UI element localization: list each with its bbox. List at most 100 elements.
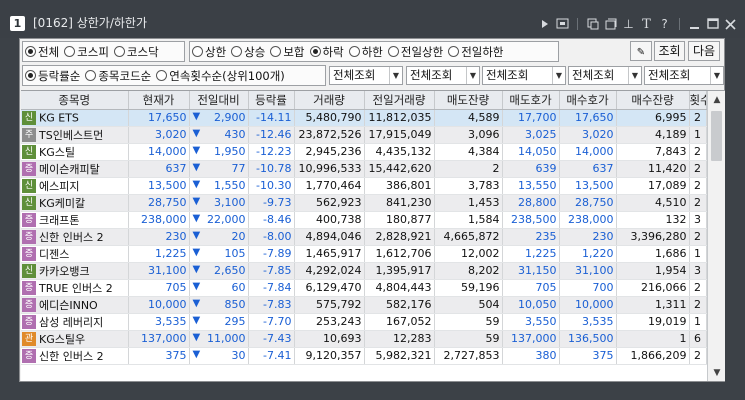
font-icon[interactable]: T <box>640 17 653 32</box>
filter-select-2[interactable]: 전체조회 ▼ <box>406 66 480 85</box>
filter-select-1[interactable]: 전체조회 ▼ <box>329 66 403 85</box>
change-value: 295 <box>224 315 246 328</box>
table-row[interactable]: 신 에스피지 13,500 ▼ 1,550 -10.30 1,770,464 386,801 3… <box>21 177 707 195</box>
cell-rate: -7.84 <box>248 279 295 297</box>
table-row[interactable]: 증 신한 인버스 2 375 ▼ 30 -7.41 9,120,357 5,982,321 2,… <box>21 347 707 365</box>
filter-select-4[interactable]: 전체조회 ▼ <box>568 66 642 85</box>
cell-ask-qty: 4,589 <box>434 109 503 127</box>
radio-type-fall[interactable]: 하락 <box>309 44 344 60</box>
next-button[interactable]: 다음 <box>688 41 720 61</box>
cell-count: 2 <box>689 228 707 246</box>
radio-dot[interactable] <box>387 46 399 57</box>
stock-name: 크래프톤 <box>39 213 80 227</box>
stock-grid: 종목명현재가전일대비등락률거래량전일거래량매도잔량매도호가매수호가매수잔량횟수 … <box>21 91 707 365</box>
table-row[interactable]: 관 KG스틸우 137,000 ▼ 11,000 -7.43 10,693 12,283 59 1… <box>21 330 707 348</box>
radio-dot[interactable] <box>309 46 321 57</box>
table-row[interactable]: 증 에디슨INNO 10,000 ▼ 850 -7.83 575,792 582,176 504… <box>21 296 707 314</box>
radio-label: 코스피 <box>77 44 109 59</box>
query-button[interactable]: 조회 <box>654 41 685 61</box>
radio-dot[interactable] <box>64 46 76 57</box>
table-row[interactable]: 신 카카오뱅크 31,100 ▼ 2,650 -7.85 4,292,024 1,395,91… <box>21 262 707 280</box>
table-row[interactable]: 신 KG케미칼 28,750 ▼ 3,100 -9.73 562,923 841,230 1,4… <box>21 194 707 212</box>
radio-sort-streak[interactable]: 연속횟수순(상위100개) <box>156 68 285 84</box>
radio-label: 전체 <box>38 44 60 59</box>
radio-type-lower[interactable]: 하한 <box>348 44 383 60</box>
cell-rate: -7.85 <box>248 262 295 280</box>
radio-dot[interactable] <box>25 70 36 81</box>
scroll-thumb[interactable] <box>711 111 722 161</box>
minimize-icon[interactable] <box>688 17 701 31</box>
column-header[interactable]: 전일거래량 <box>364 91 435 110</box>
radio-dot[interactable] <box>270 46 282 57</box>
radio-label: 하한 <box>361 44 383 59</box>
cell-ask: 17,700 <box>502 109 560 127</box>
stock-status-badge: 신 <box>22 263 36 278</box>
play-icon[interactable] <box>538 17 551 31</box>
cell-ask: 705 <box>502 279 560 297</box>
radio-type-prev-upper[interactable]: 전일상한 <box>387 44 443 60</box>
cell-name: 증 디젠스 <box>21 245 129 263</box>
column-header[interactable]: 종목명 <box>21 91 129 110</box>
radio-market-all[interactable]: 전체 <box>25 44 59 60</box>
table-row[interactable]: 주 TS인베스트먼 3,020 ▼ 430 -12.46 23,872,526 17,915,… <box>21 126 707 144</box>
restore-icon[interactable] <box>604 17 617 31</box>
radio-dot[interactable] <box>25 46 36 57</box>
radio-market-kospi[interactable]: 코스피 <box>64 44 109 60</box>
cell-ask-qty: 8,202 <box>434 262 503 280</box>
radio-market-kosdaq[interactable]: 코스닥 <box>113 44 159 60</box>
radio-sort-rate[interactable]: 등락률순 <box>25 68 80 84</box>
column-header[interactable]: 횟수 <box>689 91 707 110</box>
cell-bid-qty: 4,510 <box>616 194 690 212</box>
radio-sort-code[interactable]: 종목코드순 <box>85 68 151 84</box>
help-icon[interactable]: ? <box>658 17 671 31</box>
column-header[interactable]: 매수잔량 <box>616 91 690 110</box>
radio-type-prev-lower[interactable]: 전일하한 <box>448 44 504 60</box>
column-header[interactable]: 매도잔량 <box>434 91 503 110</box>
pin-icon[interactable]: ⊥ <box>622 17 635 31</box>
radio-dot[interactable] <box>448 46 460 57</box>
column-header[interactable]: 전일대비 <box>189 91 249 110</box>
radio-type-upper[interactable]: 상한 <box>192 44 226 60</box>
stock-name: 신한 인버스 2 <box>39 230 104 244</box>
radio-type-rise[interactable]: 상승 <box>231 44 265 60</box>
table-row[interactable]: 증 메이슨캐피탈 637 ▼ 77 -10.78 10,996,533 15,442,620 2… <box>21 160 707 178</box>
filter-select-5[interactable]: 전체조회 ▼ <box>644 66 724 85</box>
radio-dot[interactable] <box>348 46 360 57</box>
table-row[interactable]: 증 TRUE 인버스 2 705 ▼ 60 -7.84 6,129,470 4,804,443… <box>21 279 707 297</box>
scroll-up-icon[interactable]: ▲ <box>709 92 725 108</box>
column-header[interactable]: 거래량 <box>294 91 365 110</box>
cell-count: 1 <box>689 245 707 263</box>
cell-change: ▼ 1,950 <box>189 143 249 161</box>
settings-button[interactable]: ✎ <box>630 41 652 61</box>
radio-dot[interactable] <box>192 46 203 57</box>
cell-bid-qty: 1,866,209 <box>616 347 690 365</box>
column-header[interactable]: 매도호가 <box>502 91 560 110</box>
table-row[interactable]: 증 디젠스 1,225 ▼ 105 -7.89 1,465,917 1,612,706 12,0… <box>21 245 707 263</box>
table-row[interactable]: 신 KG ETS 17,650 ▼ 2,900 -14.11 5,480,790 11,812… <box>21 109 707 127</box>
close-icon[interactable] <box>724 17 737 31</box>
column-header[interactable]: 현재가 <box>128 91 190 110</box>
radio-dot[interactable] <box>113 46 125 57</box>
column-header[interactable]: 매수호가 <box>559 91 617 110</box>
cell-count: 1 <box>689 126 707 144</box>
radio-dot[interactable] <box>156 70 168 81</box>
cell-ask: 31,150 <box>502 262 560 280</box>
radio-type-flat[interactable]: 보합 <box>270 44 305 60</box>
select-value: 전체조회 <box>486 68 529 82</box>
copy-icon[interactable] <box>586 17 599 31</box>
vertical-scrollbar[interactable]: ▲ ▼ <box>707 91 725 381</box>
stock-status-badge: 증 <box>22 348 36 363</box>
table-row[interactable]: 증 삼성 레버리지 3,535 ▼ 295 -7.70 253,243 167,052 59 3,… <box>21 313 707 331</box>
screen-icon[interactable] <box>556 17 569 31</box>
table-row[interactable]: 증 크래프톤 238,000 ▼ 22,000 -8.46 400,738 180,877 1,… <box>21 211 707 229</box>
table-row[interactable]: 신 KG스틸 14,000 ▼ 1,950 -12.23 2,945,236 4,435,13… <box>21 143 707 161</box>
radio-dot[interactable] <box>85 70 97 81</box>
filter-select-3[interactable]: 전체조회 ▼ <box>482 66 566 85</box>
radio-dot[interactable] <box>231 46 243 57</box>
maximize-icon[interactable] <box>706 17 719 31</box>
column-header[interactable]: 등락률 <box>248 91 295 110</box>
title-bar: 1 [0162] 상한가/하한가 ⊥ T ? <box>0 0 745 38</box>
scroll-down-icon[interactable]: ▼ <box>709 365 725 381</box>
cell-price: 10,000 <box>128 296 190 314</box>
table-row[interactable]: 증 신한 인버스 2 230 ▼ 20 -8.00 4,894,046 2,828,921 4,… <box>21 228 707 246</box>
